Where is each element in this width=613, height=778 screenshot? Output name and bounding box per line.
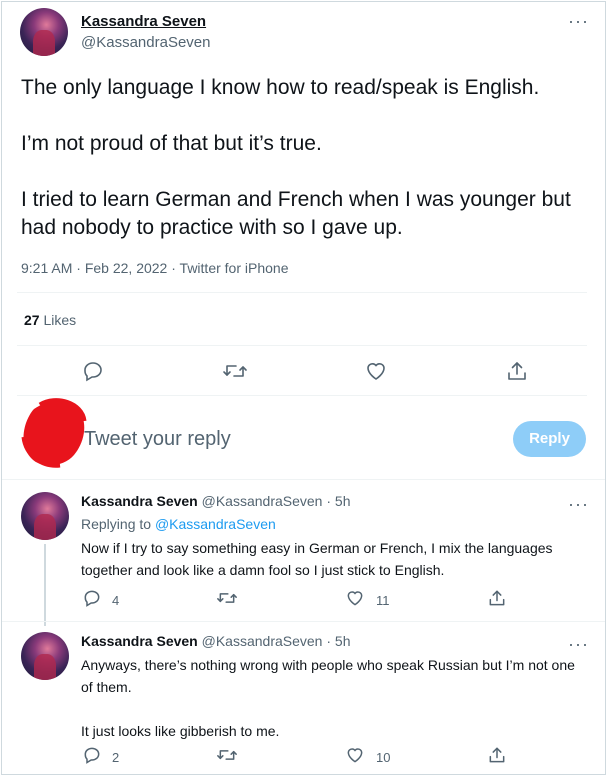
author-handle[interactable]: @KassandraSeven [202, 493, 323, 509]
reply-count: 4 [112, 593, 120, 608]
replying-label: Replying to [81, 516, 152, 532]
replying-handle[interactable]: @KassandraSeven [155, 516, 276, 532]
reply-time[interactable]: · 5h [326, 633, 350, 649]
avatar[interactable] [20, 8, 68, 56]
reply-input[interactable]: Tweet your reply [84, 428, 231, 451]
author-handle[interactable]: @KassandraSeven [81, 34, 210, 51]
divider [17, 345, 587, 346]
reply-icon[interactable] [82, 588, 102, 608]
author-handle[interactable]: @KassandraSeven [202, 633, 323, 649]
share-icon[interactable] [505, 359, 529, 383]
replying-to: Replying to @KassandraSeven [81, 516, 276, 532]
tweet-time[interactable]: 9:21 AM [21, 260, 72, 276]
meta-separator: · [76, 260, 81, 276]
share-icon[interactable] [487, 745, 507, 765]
author-name[interactable]: Kassandra Seven [81, 13, 206, 30]
reply-header: Kassandra Seven @KassandraSeven · 5h [81, 633, 350, 649]
redacted-avatar [21, 398, 87, 468]
likes-label: Likes [43, 312, 77, 328]
more-icon[interactable]: ··· [568, 12, 589, 30]
like-icon[interactable] [345, 588, 365, 608]
divider [2, 479, 605, 480]
reply-icon[interactable] [81, 359, 105, 383]
like-icon[interactable] [345, 745, 365, 765]
retweet-icon[interactable] [216, 588, 238, 608]
reply-icon[interactable] [82, 745, 102, 765]
like-count: 11 [376, 593, 390, 608]
tweet-detail: Kassandra Seven @KassandraSeven ··· The … [1, 1, 606, 775]
likes-stat[interactable]: 27 Likes [24, 312, 76, 328]
tweet-date[interactable]: Feb 22, 2022 [85, 260, 168, 276]
more-icon[interactable]: ··· [568, 635, 589, 653]
reply-count: 2 [112, 750, 120, 765]
tweet-source[interactable]: Twitter for iPhone [180, 260, 289, 276]
divider [2, 621, 605, 622]
avatar[interactable] [21, 492, 69, 540]
tweet-text: The only language I know how to read/spe… [21, 76, 571, 239]
like-count: 10 [376, 750, 391, 765]
retweet-icon[interactable] [222, 359, 248, 383]
author-name[interactable]: Kassandra Seven [81, 493, 198, 509]
author-name[interactable]: Kassandra Seven [81, 633, 198, 649]
share-icon[interactable] [487, 588, 507, 608]
like-icon[interactable] [364, 359, 388, 383]
divider [17, 292, 587, 293]
divider [17, 395, 587, 396]
thread-line [44, 544, 46, 626]
reply-button[interactable]: Reply [513, 421, 586, 457]
reply-header: Kassandra Seven @KassandraSeven · 5h [81, 493, 350, 509]
likes-count: 27 [24, 312, 40, 328]
tweet-meta: 9:21 AM · Feb 22, 2022 · Twitter for iPh… [21, 260, 288, 276]
retweet-icon[interactable] [216, 745, 238, 765]
meta-separator: · [171, 260, 176, 276]
reply-time[interactable]: · 5h [326, 493, 350, 509]
more-icon[interactable]: ··· [568, 495, 589, 513]
reply-text: Anyways, there’s nothing wrong with peop… [81, 657, 575, 739]
avatar[interactable] [21, 632, 69, 680]
reply-text: Now if I try to say something easy in Ge… [81, 540, 553, 578]
